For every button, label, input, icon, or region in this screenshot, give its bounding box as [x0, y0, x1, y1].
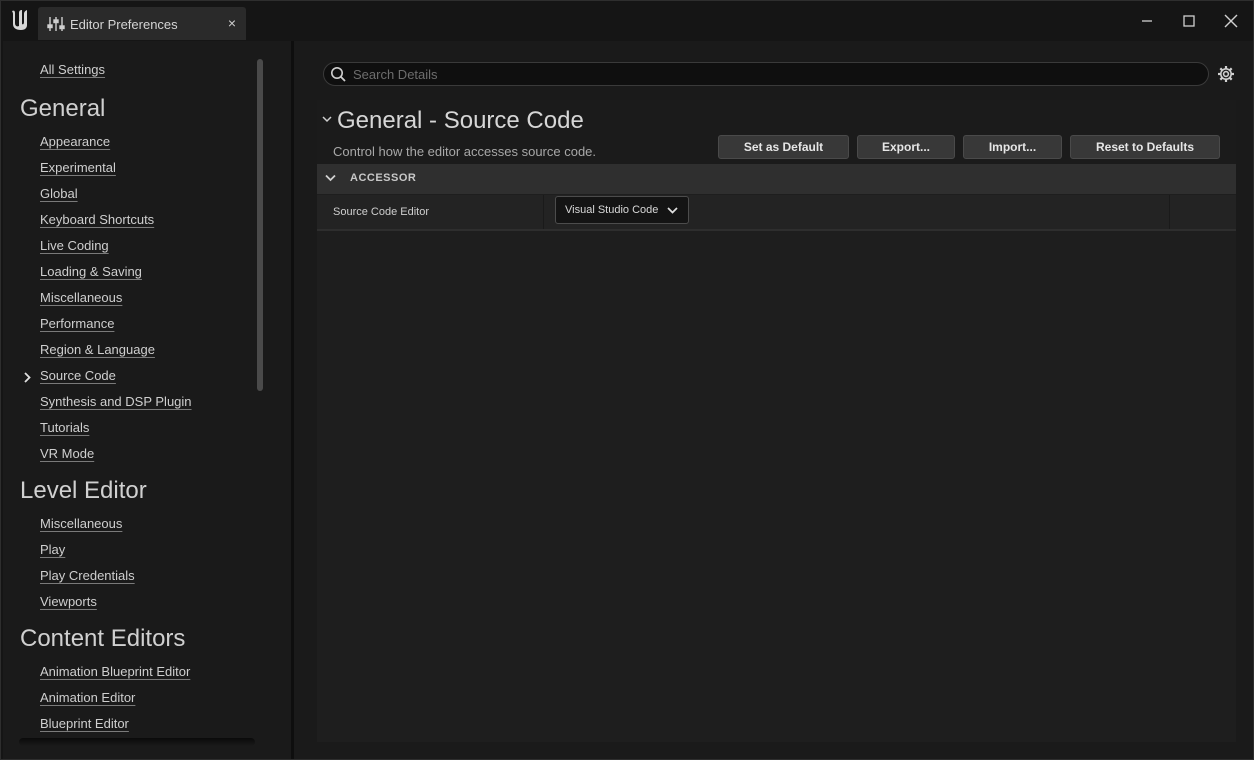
sidebar-item-tutorials[interactable]: Tutorials — [40, 420, 89, 435]
sidebar-item-loading-saving[interactable]: Loading & Saving — [40, 264, 142, 279]
category-description: Control how the editor accesses source c… — [333, 144, 597, 159]
sidebar-item-keyboard-shortcuts[interactable]: Keyboard Shortcuts — [40, 212, 154, 227]
maximize-icon[interactable] — [1179, 11, 1199, 31]
editor-preferences-window: Editor Preferences × All Settings Genera… — [0, 0, 1254, 760]
category-title: General - Source Code — [337, 107, 584, 134]
title-bar: Editor Preferences × — [1, 1, 1253, 41]
group-label: ACCESSOR — [350, 172, 417, 184]
search-box[interactable] — [323, 62, 1209, 86]
sidebar-item-play[interactable]: Play — [40, 542, 65, 557]
search-icon — [331, 67, 346, 82]
sidebar-item-animation-blueprint-editor[interactable]: Animation Blueprint Editor — [40, 664, 190, 679]
column-splitter[interactable] — [543, 195, 544, 229]
chevron-down-icon — [325, 174, 336, 182]
property-row-source-code-editor: Source Code Editor Visual Studio Code — [317, 195, 1236, 231]
tab-close-button[interactable]: × — [228, 15, 236, 31]
sidebar-item-global[interactable]: Global — [40, 186, 78, 201]
sidebar-item-region-language[interactable]: Region & Language — [40, 342, 155, 357]
unreal-logo-icon — [12, 10, 27, 30]
category-header: General - Source Code Control how the ed… — [317, 100, 1236, 164]
sidebar-item-animation-editor[interactable]: Animation Editor — [40, 690, 135, 705]
column-splitter-right[interactable] — [1169, 195, 1170, 229]
section-content-editors-title: Content Editors — [20, 625, 186, 652]
details-panel: General - Source Code Control how the ed… — [294, 41, 1253, 759]
source-code-editor-dropdown[interactable]: Visual Studio Code — [555, 196, 689, 224]
sidebar-item-blueprint-editor[interactable]: Blueprint Editor — [40, 716, 129, 731]
dropdown-value: Visual Studio Code — [565, 204, 659, 216]
details-view: General - Source Code Control how the ed… — [317, 100, 1236, 742]
scroll-shadow — [19, 738, 255, 746]
settings-sliders-icon — [47, 17, 65, 31]
sidebar-item-experimental[interactable]: Experimental — [40, 160, 116, 175]
close-icon[interactable] — [1221, 11, 1241, 31]
property-name: Source Code Editor — [333, 206, 429, 218]
sidebar-scrollbar[interactable] — [257, 59, 263, 391]
section-general-title: General — [20, 95, 106, 122]
reset-to-defaults-button[interactable]: Reset to Defaults — [1070, 135, 1220, 159]
sidebar-item-level-miscellaneous[interactable]: Miscellaneous — [40, 516, 122, 531]
sidebar-item-miscellaneous[interactable]: Miscellaneous — [40, 290, 122, 305]
tab-title: Editor Preferences — [70, 17, 178, 32]
minimize-icon[interactable] — [1137, 11, 1157, 31]
chevron-down-icon — [667, 207, 678, 214]
section-level-editor-title: Level Editor — [20, 477, 147, 504]
search-input[interactable] — [353, 65, 1193, 83]
editor-preferences-tab[interactable]: Editor Preferences × — [38, 7, 246, 40]
sidebar-item-performance[interactable]: Performance — [40, 316, 114, 331]
sidebar-item-play-credentials[interactable]: Play Credentials — [40, 568, 135, 583]
import-button[interactable]: Import... — [963, 135, 1062, 159]
sidebar-item-appearance[interactable]: Appearance — [40, 134, 110, 149]
export-button[interactable]: Export... — [857, 135, 955, 159]
sidebar-item-vr-mode[interactable]: VR Mode — [40, 446, 94, 461]
set-as-default-button[interactable]: Set as Default — [718, 135, 849, 159]
settings-sidebar: All Settings General Appearance Experime… — [3, 41, 291, 759]
active-item-chevron-icon — [24, 372, 31, 383]
sidebar-item-source-code[interactable]: Source Code — [40, 368, 116, 383]
group-accessor[interactable]: ACCESSOR — [317, 164, 1236, 194]
all-settings-link[interactable]: All Settings — [40, 62, 105, 77]
sidebar-item-viewports[interactable]: Viewports — [40, 594, 97, 609]
sidebar-item-synthesis-dsp[interactable]: Synthesis and DSP Plugin — [40, 394, 192, 409]
gear-icon[interactable] — [1217, 65, 1235, 83]
sidebar-item-live-coding[interactable]: Live Coding — [40, 238, 109, 253]
collapse-chevron-icon[interactable] — [322, 114, 332, 124]
